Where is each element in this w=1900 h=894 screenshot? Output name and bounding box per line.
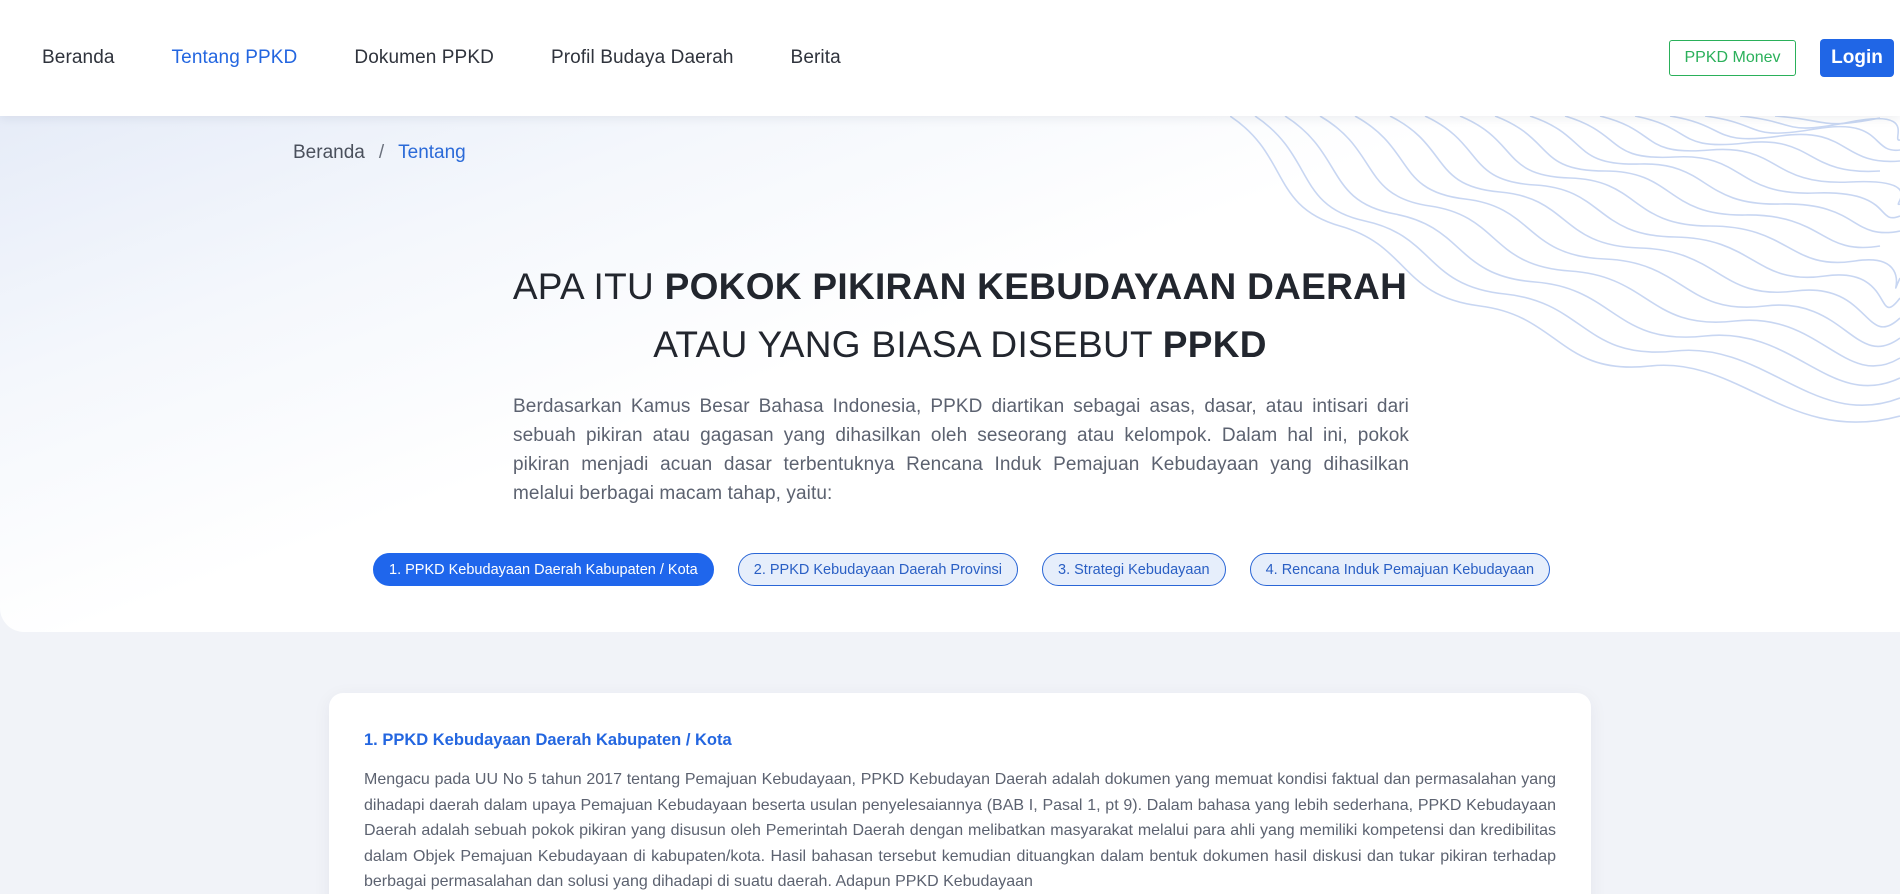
- breadcrumb-separator: /: [378, 142, 385, 163]
- page-title-line-2: ATAU YANG BIASA DISEBUT PPKD: [0, 316, 1900, 374]
- nav-link-berita[interactable]: Berita: [791, 47, 841, 69]
- breadcrumb-current: Tentang: [398, 142, 466, 163]
- login-button[interactable]: Login: [1820, 39, 1894, 77]
- tab-ppkd-provinsi[interactable]: 2. PPKD Kebudayaan Daerah Provinsi: [737, 553, 1019, 586]
- tab-rencana-induk[interactable]: 4. Rencana Induk Pemajuan Kebudayaan: [1249, 553, 1551, 586]
- title-prefix-2: ATAU YANG BIASA DISEBUT: [653, 324, 1163, 365]
- page-title-line-1: APA ITU POKOK PIKIRAN KEBUDAYAAN DAERAH: [0, 258, 1900, 316]
- card-title: 1. PPKD Kebudayaan Daerah Kabupaten / Ko…: [364, 731, 732, 749]
- breadcrumb-home-link[interactable]: Beranda: [293, 142, 365, 164]
- card-body-text: Mengacu pada UU No 5 tahun 2017 tentang …: [364, 771, 1556, 890]
- tab-ppkd-kabupaten-kota[interactable]: 1. PPKD Kebudayaan Daerah Kabupaten / Ko…: [373, 553, 714, 586]
- title-prefix-1: APA ITU: [512, 266, 665, 307]
- navbar: Beranda Tentang PPKD Dokumen PPKD Profil…: [0, 0, 1900, 116]
- nav-link-beranda[interactable]: Beranda: [42, 47, 115, 69]
- nav-link-profil-budaya-daerah[interactable]: Profil Budaya Daerah: [551, 47, 734, 69]
- breadcrumb: Beranda / Tentang: [293, 142, 466, 164]
- title-bold-2: PPKD: [1162, 324, 1267, 365]
- hero-description: Berdasarkan Kamus Besar Bahasa Indonesia…: [513, 396, 1409, 504]
- tab-strategi-kebudayaan[interactable]: 3. Strategi Kebudayaan: [1042, 553, 1226, 586]
- nav-links: Beranda Tentang PPKD Dokumen PPKD Profil…: [42, 0, 898, 116]
- page-title: APA ITU POKOK PIKIRAN KEBUDAYAAN DAERAH …: [0, 258, 1900, 374]
- nav-link-dokumen-ppkd[interactable]: Dokumen PPKD: [354, 47, 494, 69]
- title-bold-1: POKOK PIKIRAN KEBUDAYAAN DAERAH: [664, 266, 1408, 307]
- tab-content-card: 1. PPKD Kebudayaan Daerah Kabupaten / Ko…: [329, 693, 1591, 894]
- hero-section: Beranda / Tentang APA ITU POKOK PIKIRAN …: [0, 116, 1900, 632]
- ppkd-monev-button[interactable]: PPKD Monev: [1669, 40, 1796, 76]
- nav-link-tentang-ppkd[interactable]: Tentang PPKD: [172, 47, 298, 69]
- stage-tabs: 1. PPKD Kebudayaan Daerah Kabupaten / Ko…: [373, 553, 1574, 586]
